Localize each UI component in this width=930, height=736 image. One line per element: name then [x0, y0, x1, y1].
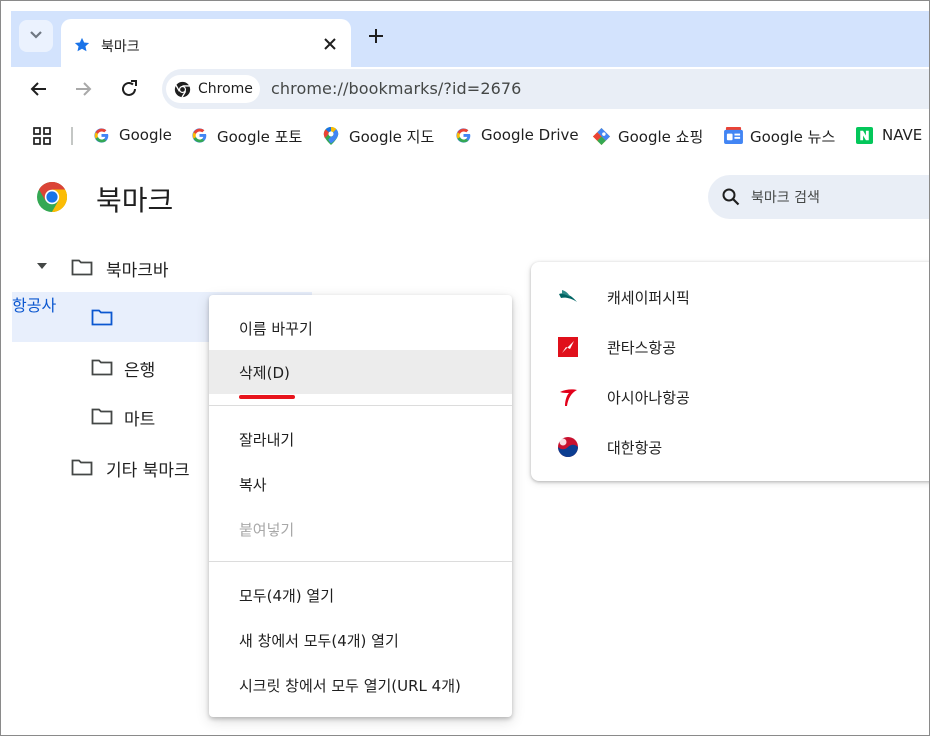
- chevron-down-icon: [30, 31, 42, 39]
- tab-bookmarks[interactable]: 북마크: [61, 19, 351, 69]
- cathay-pacific-icon: [559, 290, 577, 302]
- folder-icon: [71, 459, 93, 476]
- menu-item-open-all[interactable]: 모두(4개) 열기: [209, 573, 512, 617]
- korean-air-icon: [558, 437, 578, 457]
- folder-icon: [91, 309, 113, 326]
- tab-search-button[interactable]: [19, 20, 53, 52]
- list-item-qantas[interactable]: 콴타스항공: [531, 322, 929, 372]
- google-g-icon: [192, 128, 207, 143]
- tab-title: 북마크: [101, 39, 140, 55]
- menu-item-open-all-new-window[interactable]: 새 창에서 모두(4개) 열기: [209, 618, 512, 662]
- menu-item-paste: 붙여넣기: [239, 521, 295, 539]
- tab-strip: 북마크: [11, 11, 929, 69]
- google-maps-icon: [323, 127, 339, 145]
- delete-highlight-underline: [239, 395, 295, 399]
- naver-icon: [856, 127, 873, 144]
- forward-arrow-icon[interactable]: [73, 79, 93, 99]
- menu-item-rename[interactable]: 이름 바꾸기: [209, 306, 512, 350]
- caret-down-icon[interactable]: [37, 263, 47, 269]
- list-item-asiana[interactable]: 아시아나항공: [531, 372, 929, 422]
- bookmark-list: 캐세이퍼시픽 콴타스항공 아시아나항공 대한항공: [531, 262, 929, 481]
- menu-item-delete[interactable]: 삭제(D): [209, 350, 512, 394]
- url-text: chrome://bookmarks/?id=2676: [271, 79, 522, 98]
- google-g-icon: [456, 128, 471, 143]
- folder-icon: [71, 259, 93, 276]
- bookmark-search-input[interactable]: 북마크 검색: [708, 175, 929, 219]
- reload-icon[interactable]: [119, 79, 139, 99]
- chrome-logo-icon: [37, 182, 68, 212]
- page-title: 북마크: [96, 184, 174, 217]
- google-g-icon: [94, 128, 109, 143]
- menu-item-open-all-incognito[interactable]: 시크릿 창에서 모두 열기(URL 4개): [209, 663, 512, 707]
- omnibox[interactable]: Chrome chrome://bookmarks/?id=2676: [162, 69, 929, 109]
- plus-icon[interactable]: [368, 28, 384, 44]
- google-news-icon: [724, 127, 743, 144]
- tree-item-bookmarks-bar[interactable]: 북마크바: [1, 243, 321, 291]
- bookmarks-bar: Google Google 포토 Google 지도 Google Drive …: [11, 113, 929, 159]
- asiana-icon: [560, 389, 577, 406]
- menu-divider: [209, 561, 512, 562]
- folder-icon: [91, 359, 113, 376]
- list-item-cathay-pacific[interactable]: 캐세이퍼시픽: [531, 272, 929, 322]
- bookmarks-bar-divider: [71, 127, 73, 145]
- menu-item-cut[interactable]: 잘라내기: [209, 417, 512, 461]
- qantas-icon: [558, 337, 578, 357]
- folder-icon: [91, 408, 113, 425]
- google-shopping-icon: [592, 127, 611, 146]
- close-icon[interactable]: [323, 37, 337, 51]
- apps-grid-icon[interactable]: [33, 127, 51, 145]
- toolbar: Chrome chrome://bookmarks/?id=2676: [11, 67, 929, 113]
- menu-divider: [209, 405, 512, 406]
- site-info-chip[interactable]: Chrome: [166, 75, 260, 103]
- chip-label: Chrome: [198, 81, 253, 97]
- back-arrow-icon[interactable]: [29, 79, 49, 99]
- search-icon: [722, 188, 740, 206]
- browser-window: 북마크 Chrome chrome://bookmarks/?id=2676 G…: [0, 0, 930, 736]
- list-item-korean-air[interactable]: 대한항공: [531, 422, 929, 472]
- chrome-icon: [174, 81, 191, 98]
- menu-item-copy[interactable]: 복사: [209, 462, 512, 506]
- star-icon: [74, 37, 90, 52]
- search-placeholder: 북마크 검색: [751, 190, 820, 206]
- context-menu: 이름 바꾸기 삭제(D) 잘라내기 복사 붙여넣기 모두(4개) 열기 새 창에…: [209, 295, 512, 717]
